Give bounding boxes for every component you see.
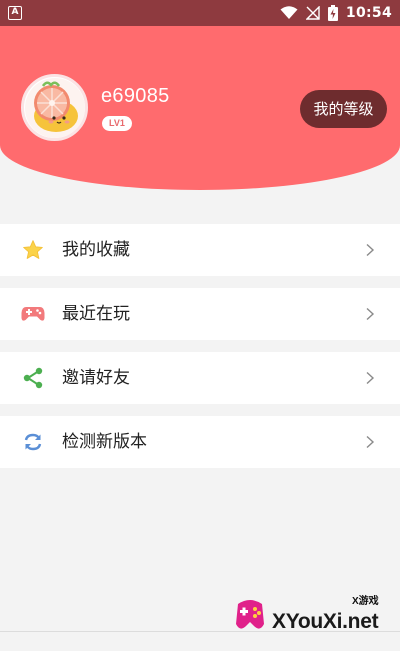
gamepad-logo-icon — [236, 600, 264, 629]
menu-item-recently-played[interactable]: 最近在玩 — [0, 288, 400, 340]
menu-item-label: 检测新版本 — [62, 432, 147, 452]
wifi-icon — [280, 6, 298, 19]
avatar[interactable] — [21, 74, 88, 141]
menu-item-label: 我的收藏 — [62, 240, 130, 260]
chevron-right-icon — [366, 243, 375, 257]
menu-item-check-update[interactable]: 检测新版本 — [0, 416, 400, 468]
chevron-right-icon — [366, 307, 375, 321]
menu-list: 我的收藏 最近在玩 邀请好友 检测新版本 — [0, 224, 400, 480]
watermark-text: XYouXi.net — [272, 610, 379, 633]
gamepad-icon — [21, 302, 45, 326]
watermark: X游戏 XYouXi.net — [228, 590, 396, 648]
status-left: A — [8, 6, 22, 20]
share-icon — [21, 366, 45, 390]
chevron-right-icon — [366, 371, 375, 385]
grapefruit-avatar-icon — [24, 77, 85, 138]
no-signal-icon — [305, 6, 320, 20]
status-bar: A 10:54 — [0, 0, 400, 26]
refresh-icon — [21, 430, 45, 454]
menu-item-label: 最近在玩 — [62, 304, 130, 324]
battery-charging-icon — [327, 5, 338, 21]
star-icon — [21, 238, 45, 262]
menu-item-invite-friends[interactable]: 邀请好友 — [0, 352, 400, 404]
my-level-button[interactable]: 我的等级 — [300, 90, 387, 128]
chevron-right-icon — [366, 435, 375, 449]
username: e69085 — [101, 85, 170, 107]
menu-item-favorites[interactable]: 我的收藏 — [0, 224, 400, 276]
a-icon: A — [8, 6, 22, 20]
watermark-small-text: X游戏 — [352, 596, 379, 607]
menu-item-label: 邀请好友 — [62, 368, 130, 388]
level-badge: LV1 — [102, 116, 132, 131]
status-time: 10:54 — [345, 5, 392, 21]
status-right: 10:54 — [280, 5, 392, 21]
